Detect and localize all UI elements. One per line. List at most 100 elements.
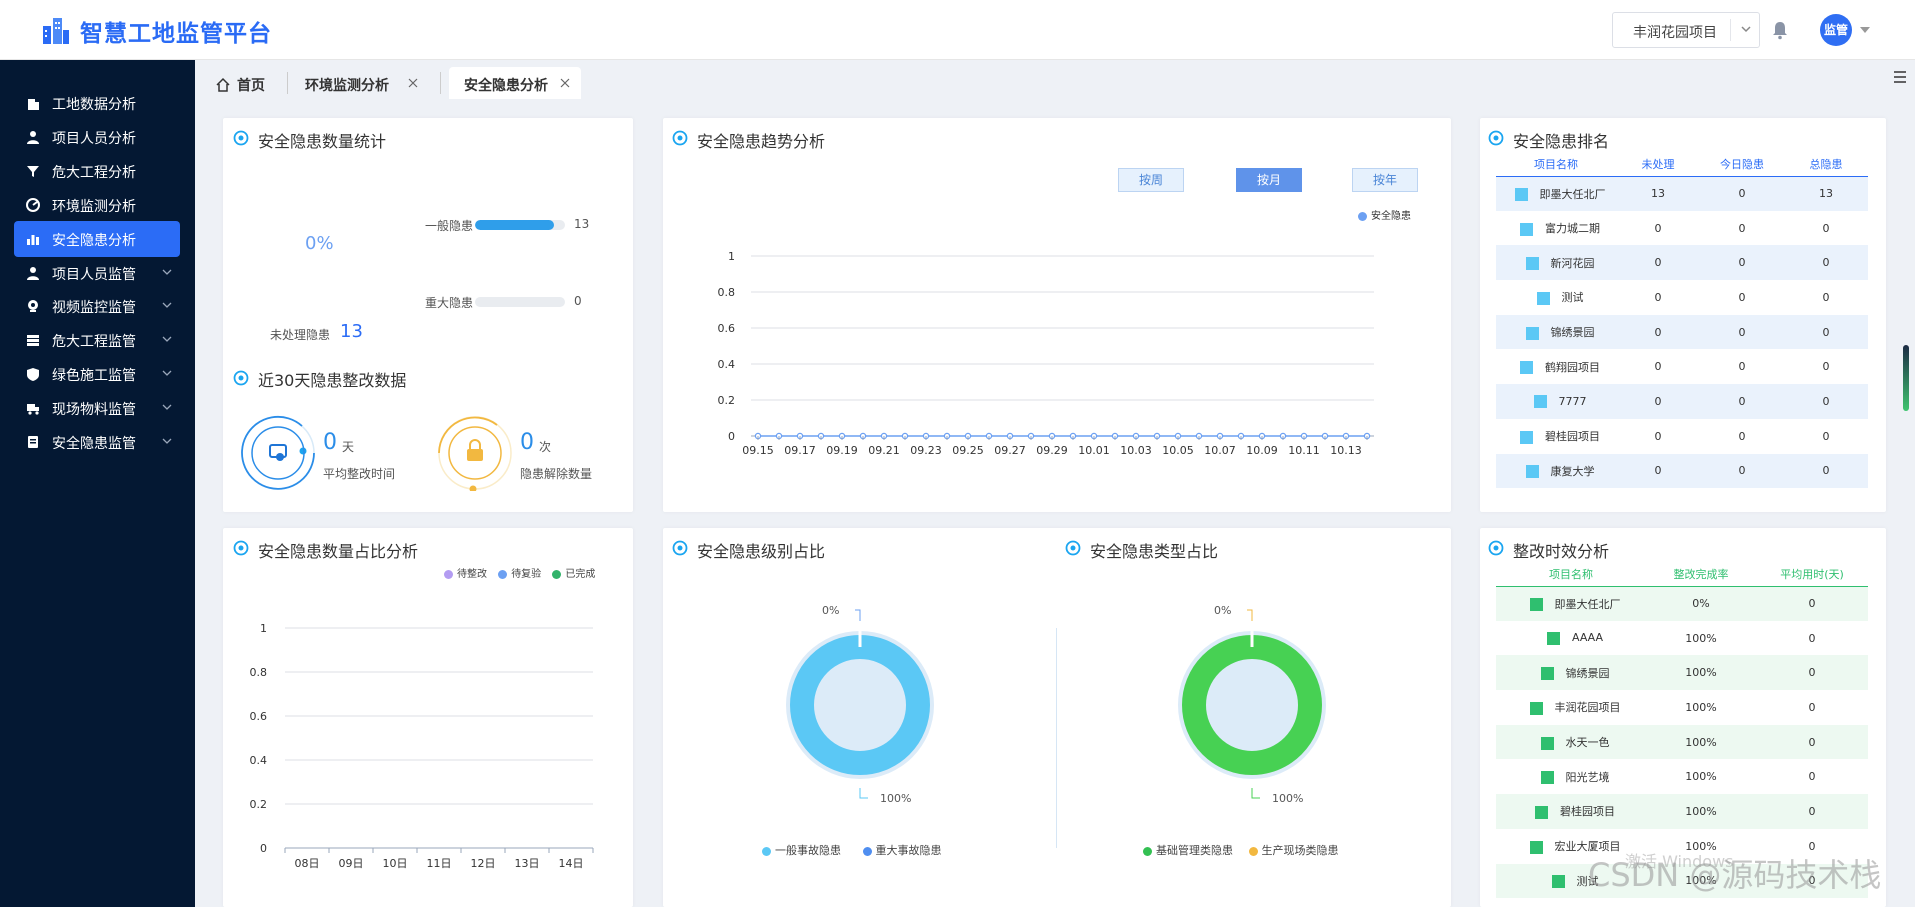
- x-tick-label: 10.01: [1078, 444, 1110, 457]
- row-swatch: [1540, 771, 1554, 785]
- table-cell: 阳光艺境: [1496, 759, 1646, 794]
- sidebar-item-7[interactable]: 视频监控监管: [14, 288, 180, 324]
- select-divider: [1730, 19, 1731, 41]
- sidebar-item-3[interactable]: 危大工程分析: [14, 153, 180, 189]
- col-header: 平均用时(天): [1756, 562, 1868, 587]
- sidebar-item-11[interactable]: 安全隐患监管: [14, 424, 180, 460]
- sidebar-item-2[interactable]: 项目人员分析: [14, 119, 180, 155]
- table-cell: 0: [1700, 314, 1784, 350]
- y-tick-label: 0.6: [718, 322, 736, 335]
- table-cell: 0: [1808, 631, 1816, 645]
- legend-label: 一般事故隐患: [775, 844, 841, 857]
- caret-down-icon[interactable]: [1860, 26, 1870, 34]
- table-cell: 0: [1738, 221, 1746, 235]
- target-icon: [233, 540, 249, 556]
- target-icon: [1488, 130, 1504, 146]
- y-tick-label: 1: [260, 622, 267, 635]
- rectify30-title: 近30天隐患整改数据: [258, 371, 407, 390]
- row-swatch: [1529, 598, 1543, 612]
- y-tick-label: 1: [728, 250, 735, 263]
- period-month-button[interactable]: 按月: [1236, 168, 1302, 192]
- table-cell: 0: [1808, 700, 1816, 714]
- table-cell: 100%: [1646, 794, 1756, 829]
- sidebar-item-9[interactable]: 绿色施工监管: [14, 356, 180, 392]
- sidebar-item-1[interactable]: 工地数据分析: [14, 85, 180, 121]
- sidebar-item-5[interactable]: 安全隐患分析: [14, 220, 180, 257]
- top-header: 智慧工地监管平台 丰润花园项目 监管: [0, 0, 1915, 60]
- bar-chart-icon: [27, 234, 39, 245]
- x-tick-label: 10.05: [1162, 444, 1194, 457]
- close-icon[interactable]: [408, 78, 418, 88]
- lock-gauge-icon: [438, 416, 512, 491]
- tab-home[interactable]: 首页: [215, 67, 290, 99]
- project-select[interactable]: 丰润花园项目: [1612, 12, 1760, 48]
- tab-hazard-analysis[interactable]: 安全隐患分析: [449, 67, 581, 99]
- table-cell: 0: [1822, 221, 1830, 235]
- table-cell: AAAA: [1496, 621, 1646, 656]
- legend-label: 已完成: [565, 569, 596, 580]
- sidebar-item-6[interactable]: 项目人员监管: [14, 255, 180, 291]
- x-tick-label: 10.09: [1246, 444, 1278, 457]
- x-tick-label: 09.27: [994, 444, 1026, 457]
- gauge-icon: [26, 197, 40, 212]
- sidebar-item-label: 现场物料监管: [52, 402, 136, 419]
- sidebar: 工地数据分析 项目人员分析 危大工程分析 环境监测分析安全隐患分析项目人员监管 视频监控…: [0, 60, 195, 907]
- table-cell: 0: [1654, 290, 1662, 304]
- legend-dot: [1248, 846, 1258, 856]
- y-tick-label: 0.8: [250, 666, 268, 679]
- unhandled-hazard-value: 13: [340, 321, 363, 342]
- table-cell: 0: [1738, 290, 1746, 304]
- sidebar-item-10[interactable]: 现场物料监管: [14, 390, 180, 426]
- target-icon: [1488, 540, 1504, 556]
- table-cell: 0: [1756, 655, 1868, 691]
- home-icon: [216, 77, 230, 92]
- level-title: 安全隐患级别占比: [697, 542, 826, 561]
- project-name: 锦绣景园: [1550, 326, 1595, 340]
- row-swatch: [1514, 188, 1528, 202]
- sidebar-item-4[interactable]: 环境监测分析: [14, 187, 180, 223]
- x-tick-label: 09.21: [868, 444, 900, 457]
- x-tick-label: 11日: [427, 857, 452, 870]
- menu-icon[interactable]: [1893, 70, 1907, 84]
- scroll-indicator[interactable]: [1903, 345, 1909, 411]
- sidebar-item-label: 安全隐患分析: [52, 232, 136, 249]
- app-title: 智慧工地监管平台: [80, 21, 272, 47]
- bell-icon[interactable]: [1771, 20, 1789, 40]
- table-cell: 0: [1616, 384, 1700, 419]
- legend-label: 待整改: [457, 569, 487, 580]
- sidebar-item-8[interactable]: 危大工程监管: [14, 322, 180, 358]
- label-leader: [855, 609, 861, 621]
- close-icon[interactable]: [560, 78, 570, 88]
- table-cell: 0: [1784, 453, 1868, 489]
- period-week-button[interactable]: 按周: [1118, 168, 1184, 192]
- row-swatch: [1525, 465, 1539, 479]
- row-swatch: [1520, 222, 1533, 236]
- target-icon: [1065, 540, 1081, 556]
- x-tick-label: 10.03: [1120, 444, 1152, 457]
- col-header: 未处理: [1616, 152, 1700, 177]
- project-name: 康复大学: [1550, 464, 1595, 478]
- period-year-button[interactable]: 按年: [1352, 168, 1418, 192]
- table-cell: 碧桂园项目: [1496, 794, 1646, 829]
- project-select-value: 丰润花园项目: [1633, 25, 1717, 41]
- legend-dot: [762, 846, 771, 856]
- col-header: 总隐患: [1784, 152, 1868, 177]
- col-header: 今日隐患: [1700, 152, 1784, 177]
- project-name: 新河花园: [1550, 256, 1595, 270]
- x-tick-label: 14日: [559, 857, 584, 870]
- x-tick-label: 10.11: [1288, 444, 1320, 457]
- tab-divider: [440, 72, 441, 94]
- row-swatch: [1529, 701, 1543, 715]
- table-cell: 0: [1616, 453, 1700, 489]
- tab-environment[interactable]: 环境监测分析: [305, 67, 435, 99]
- user-avatar[interactable]: 监管: [1820, 14, 1852, 46]
- hazard-cleared-value: 0: [520, 430, 534, 455]
- table-row: 碧桂园项目 0 0 0: [1496, 419, 1868, 454]
- table-cell: 7777: [1496, 384, 1616, 419]
- truck-icon: [27, 404, 39, 415]
- x-tick-label: 09.19: [826, 444, 858, 457]
- x-tick-label: 10.07: [1204, 444, 1236, 457]
- tab-hazard-analysis-label: 安全隐患分析: [464, 78, 548, 94]
- table-row: 测试 0 0 0: [1496, 280, 1868, 315]
- project-name: 鹤翔园项目: [1545, 360, 1600, 374]
